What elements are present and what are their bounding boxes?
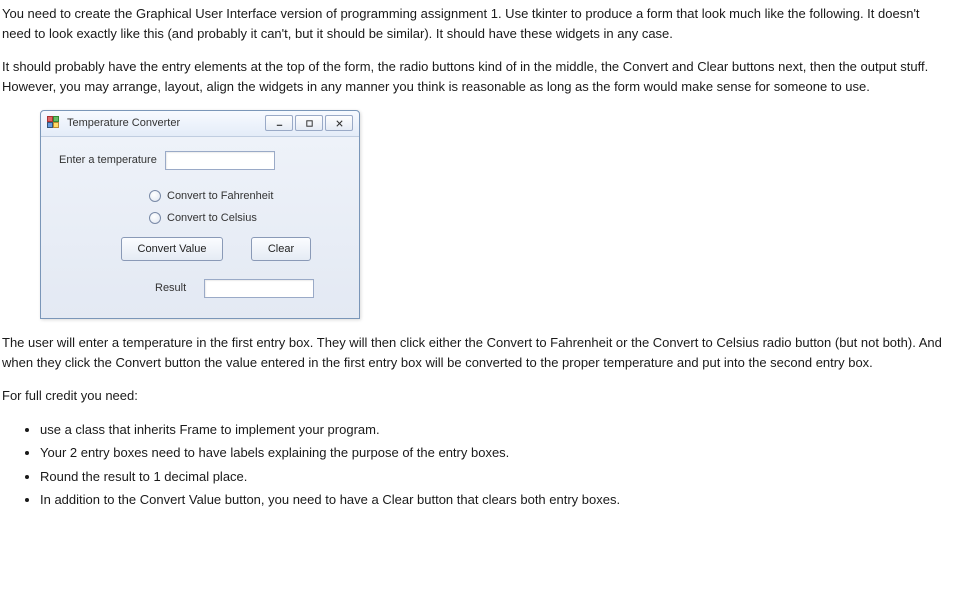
instruction-paragraph-2: It should probably have the entry elemen… [2, 57, 950, 96]
convert-button[interactable]: Convert Value [121, 237, 223, 262]
radio-icon [149, 190, 161, 202]
maximize-button[interactable] [295, 115, 323, 131]
credit-heading: For full credit you need: [2, 386, 950, 406]
list-item: use a class that inherits Frame to imple… [40, 420, 950, 440]
instruction-paragraph-1: You need to create the Graphical User In… [2, 4, 950, 43]
result-output[interactable] [204, 279, 314, 298]
credit-list: use a class that inherits Frame to imple… [40, 420, 950, 510]
radio-fahrenheit[interactable]: Convert to Fahrenheit [149, 188, 341, 205]
list-item: Round the result to 1 decimal place. [40, 467, 950, 487]
list-item: In addition to the Convert Value button,… [40, 490, 950, 510]
maximize-icon [305, 119, 314, 128]
window-titlebar: Temperature Converter [41, 111, 359, 137]
close-button[interactable] [325, 115, 353, 131]
minimize-icon [275, 119, 284, 128]
window-client-area: Enter a temperature Convert to Fahrenhei… [41, 137, 359, 319]
window-title: Temperature Converter [67, 115, 259, 132]
list-item: Your 2 entry boxes need to have labels e… [40, 443, 950, 463]
clear-button[interactable]: Clear [251, 237, 311, 262]
radio-celsius-label: Convert to Celsius [167, 210, 257, 227]
result-label: Result [155, 280, 186, 297]
window-controls [265, 115, 353, 131]
radio-icon [149, 212, 161, 224]
app-icon [47, 116, 61, 130]
radio-fahrenheit-label: Convert to Fahrenheit [167, 188, 273, 205]
app-screenshot-figure: Temperature Converter Enter a temperatur… [40, 110, 360, 319]
close-icon [335, 119, 344, 128]
instruction-paragraph-3: The user will enter a temperature in the… [2, 333, 950, 372]
enter-temperature-label: Enter a temperature [59, 152, 157, 169]
radio-celsius[interactable]: Convert to Celsius [149, 210, 341, 227]
temperature-input[interactable] [165, 151, 275, 170]
minimize-button[interactable] [265, 115, 293, 131]
